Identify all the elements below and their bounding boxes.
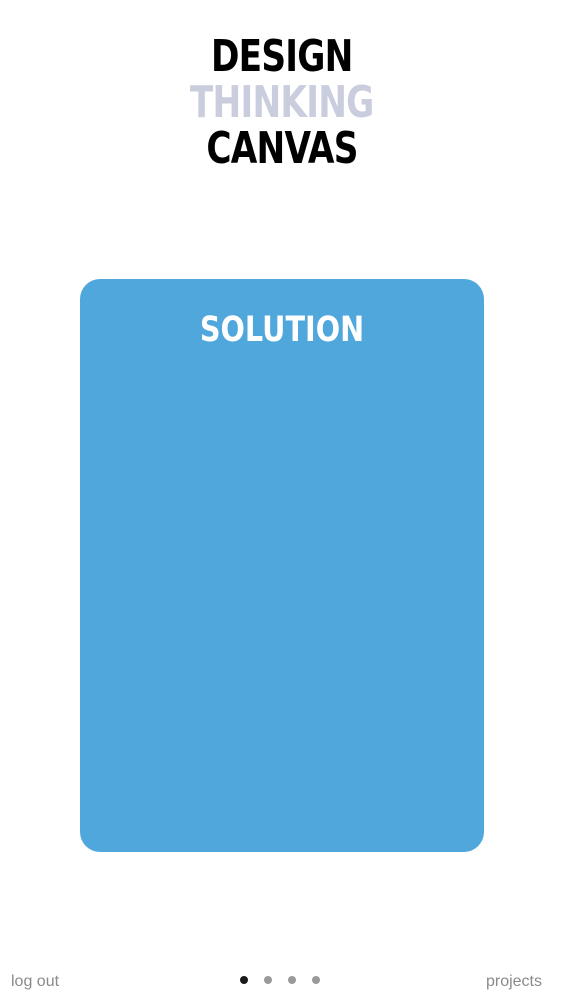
app-logo: DESIGN THINKING CANVAS (0, 34, 563, 172)
solution-card[interactable] (80, 279, 484, 852)
footer-bar: log out projects (0, 968, 563, 998)
log-out-link[interactable]: log out (11, 973, 59, 991)
page-dot-3[interactable] (288, 976, 296, 984)
page-indicator (240, 976, 320, 984)
projects-link[interactable]: projects (486, 973, 542, 991)
logo-line-design: DESIGN (210, 31, 353, 82)
card-title: SOLUTION (199, 310, 365, 350)
page-dot-4[interactable] (312, 976, 320, 984)
logo-line-canvas: CANVAS (205, 123, 358, 174)
page-dot-1[interactable] (240, 976, 248, 984)
page-dot-2[interactable] (264, 976, 272, 984)
logo-line-thinking: THINKING (189, 77, 374, 128)
